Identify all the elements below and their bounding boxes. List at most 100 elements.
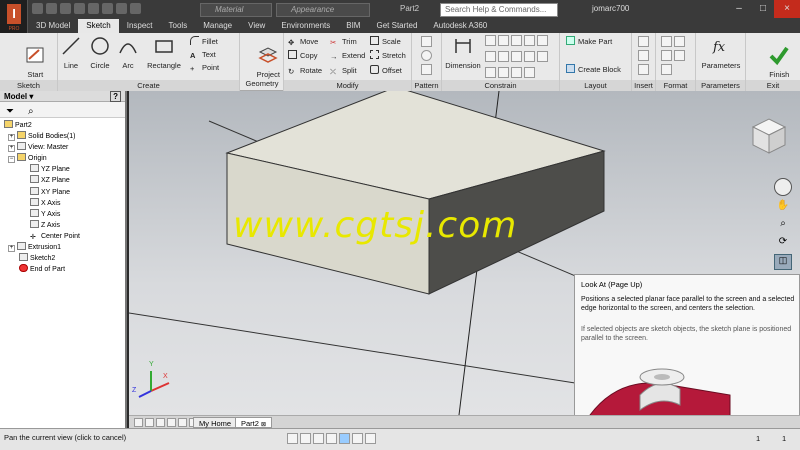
show-dof-icon[interactable] — [326, 433, 337, 444]
browser-help-button[interactable]: ? — [110, 91, 121, 102]
insert-image-icon[interactable] — [637, 36, 650, 49]
tangent-constraint-icon[interactable] — [511, 35, 522, 46]
cascade-icon[interactable] — [156, 418, 165, 427]
fix-constraint-icon[interactable] — [537, 51, 548, 62]
center-point-icon[interactable] — [661, 50, 672, 61]
tree-node[interactable]: ✛ Center Point — [0, 231, 125, 242]
expand-icon[interactable]: + — [8, 145, 15, 153]
insert-acad-icon[interactable] — [637, 64, 650, 77]
perpendicular-constraint-icon[interactable] — [485, 35, 496, 46]
filter-icon[interactable]: ⏷ — [6, 106, 14, 117]
collapse-icon[interactable]: − — [8, 156, 15, 164]
tab-tools[interactable]: Tools — [161, 19, 196, 33]
horizontal-constraint-icon[interactable] — [498, 51, 509, 62]
slice-graphics-icon[interactable] — [339, 433, 350, 444]
vertical-constraint-icon[interactable] — [511, 51, 522, 62]
equal-constraint-icon[interactable] — [524, 51, 535, 62]
extend-button[interactable]: → Extend — [330, 50, 365, 61]
orbit-icon[interactable]: ⟳ — [776, 236, 790, 250]
update-icon[interactable] — [116, 3, 127, 14]
select-icon[interactable] — [130, 3, 141, 14]
smooth-constraint-icon[interactable] — [498, 67, 509, 78]
project-geometry-button[interactable]: Project Geometry — [242, 35, 282, 97]
constraint-settings-icon[interactable] — [524, 67, 535, 78]
tab-sketch[interactable]: Sketch — [78, 19, 119, 33]
show-format-icon[interactable] — [661, 64, 672, 75]
tab-autodesk-a360[interactable]: Autodesk A360 — [425, 19, 495, 33]
driven-dimension-icon[interactable] — [674, 50, 685, 61]
tree-node[interactable]: + View: Master — [0, 142, 125, 153]
expand-icon[interactable]: + — [8, 245, 15, 253]
user-account[interactable]: jomarc700 — [592, 4, 629, 13]
new-icon[interactable] — [32, 3, 43, 14]
dimension-button[interactable]: Dimension — [444, 35, 482, 70]
zoom-icon[interactable]: ⌕ — [776, 218, 790, 232]
circle-button[interactable]: Circle — [86, 35, 114, 70]
tree-node[interactable]: − Origin — [0, 153, 125, 164]
concentric-constraint-icon[interactable] — [537, 35, 548, 46]
appearance-dropdown[interactable]: Appearance — [276, 3, 370, 17]
view-cube[interactable] — [751, 118, 787, 154]
copy-button[interactable]: Copy — [288, 50, 318, 61]
split-button[interactable]: ⤫ Split — [330, 65, 357, 76]
tree-node[interactable]: End of Part — [0, 264, 125, 275]
tab-bim[interactable]: BIM — [338, 19, 368, 33]
undo-icon[interactable] — [74, 3, 85, 14]
next-window-icon[interactable] — [178, 418, 187, 427]
tile-horizontal-icon[interactable] — [134, 418, 143, 427]
open-icon[interactable] — [46, 3, 57, 14]
stretch-button[interactable]: Stretch — [370, 50, 406, 61]
fully-constrained-icon[interactable] — [365, 433, 376, 444]
tree-node[interactable]: + Solid Bodies(1) — [0, 131, 125, 142]
constraint-inference-icon[interactable] — [313, 433, 324, 444]
pan-icon[interactable]: ✋ — [776, 200, 790, 214]
find-icon[interactable]: ⌕ — [28, 106, 34, 117]
tab-view[interactable]: View — [240, 19, 273, 33]
tab-my-home[interactable]: My Home — [193, 417, 238, 428]
browser-title[interactable]: Model — [4, 92, 27, 101]
search-input[interactable]: Search Help & Commands... — [440, 3, 558, 17]
tree-node[interactable]: Y Axis — [0, 208, 125, 220]
text-button[interactable]: A Text — [190, 49, 216, 60]
look-at-icon[interactable]: ◫ — [774, 254, 792, 270]
grid-icon[interactable] — [300, 433, 311, 444]
make-part-button[interactable]: Make Part — [566, 36, 612, 47]
circular-pattern-icon[interactable] — [420, 50, 433, 63]
arc-button[interactable]: Arc — [116, 35, 140, 70]
scale-button[interactable]: Scale — [370, 36, 401, 47]
restore-button[interactable]: □ — [750, 0, 776, 18]
expand-icon[interactable]: + — [8, 134, 15, 142]
snap-icon[interactable] — [287, 433, 298, 444]
parallel-constraint-icon[interactable] — [498, 35, 509, 46]
tree-node[interactable]: XZ Plane — [0, 175, 125, 186]
chevron-down-icon[interactable]: ▾ — [29, 92, 33, 101]
tree-node[interactable]: + Extrusion1 — [0, 242, 125, 253]
tab-environments[interactable]: Environments — [273, 19, 338, 33]
tab-get-started[interactable]: Get Started — [368, 19, 425, 33]
tab-3d-model[interactable]: 3D Model — [28, 19, 78, 33]
rotate-button[interactable]: ↻ Rotate — [288, 65, 322, 76]
arrange-icon[interactable] — [167, 418, 176, 427]
point-button[interactable]: + Point — [190, 62, 219, 73]
create-block-button[interactable]: Create Block — [566, 64, 621, 75]
fillet-button[interactable]: Fillet — [190, 36, 218, 47]
rectangular-pattern-icon[interactable] — [420, 36, 433, 49]
save-icon[interactable] — [60, 3, 71, 14]
mirror-icon[interactable] — [420, 64, 433, 77]
material-dropdown[interactable]: Material — [200, 3, 272, 17]
tree-node[interactable]: X Axis — [0, 197, 125, 209]
line-button[interactable]: Line — [60, 35, 82, 70]
minimize-button[interactable]: – — [726, 0, 752, 18]
application-menu-button[interactable]: I PRO — [0, 0, 28, 34]
steering-wheel-icon[interactable] — [774, 178, 792, 196]
coincident-constraint-icon[interactable] — [524, 35, 535, 46]
tree-node[interactable]: Part2 — [0, 120, 125, 131]
move-button[interactable]: ✥ Move — [288, 36, 318, 47]
project-geometry-status-icon[interactable] — [352, 433, 363, 444]
rectangle-button[interactable]: Rectangle — [144, 35, 184, 70]
collinear-constraint-icon[interactable] — [485, 51, 496, 62]
symmetric-constraint-icon[interactable] — [485, 67, 496, 78]
tab-manage[interactable]: Manage — [195, 19, 240, 33]
construction-icon[interactable] — [661, 36, 672, 47]
tree-node[interactable]: YZ Plane — [0, 164, 125, 175]
